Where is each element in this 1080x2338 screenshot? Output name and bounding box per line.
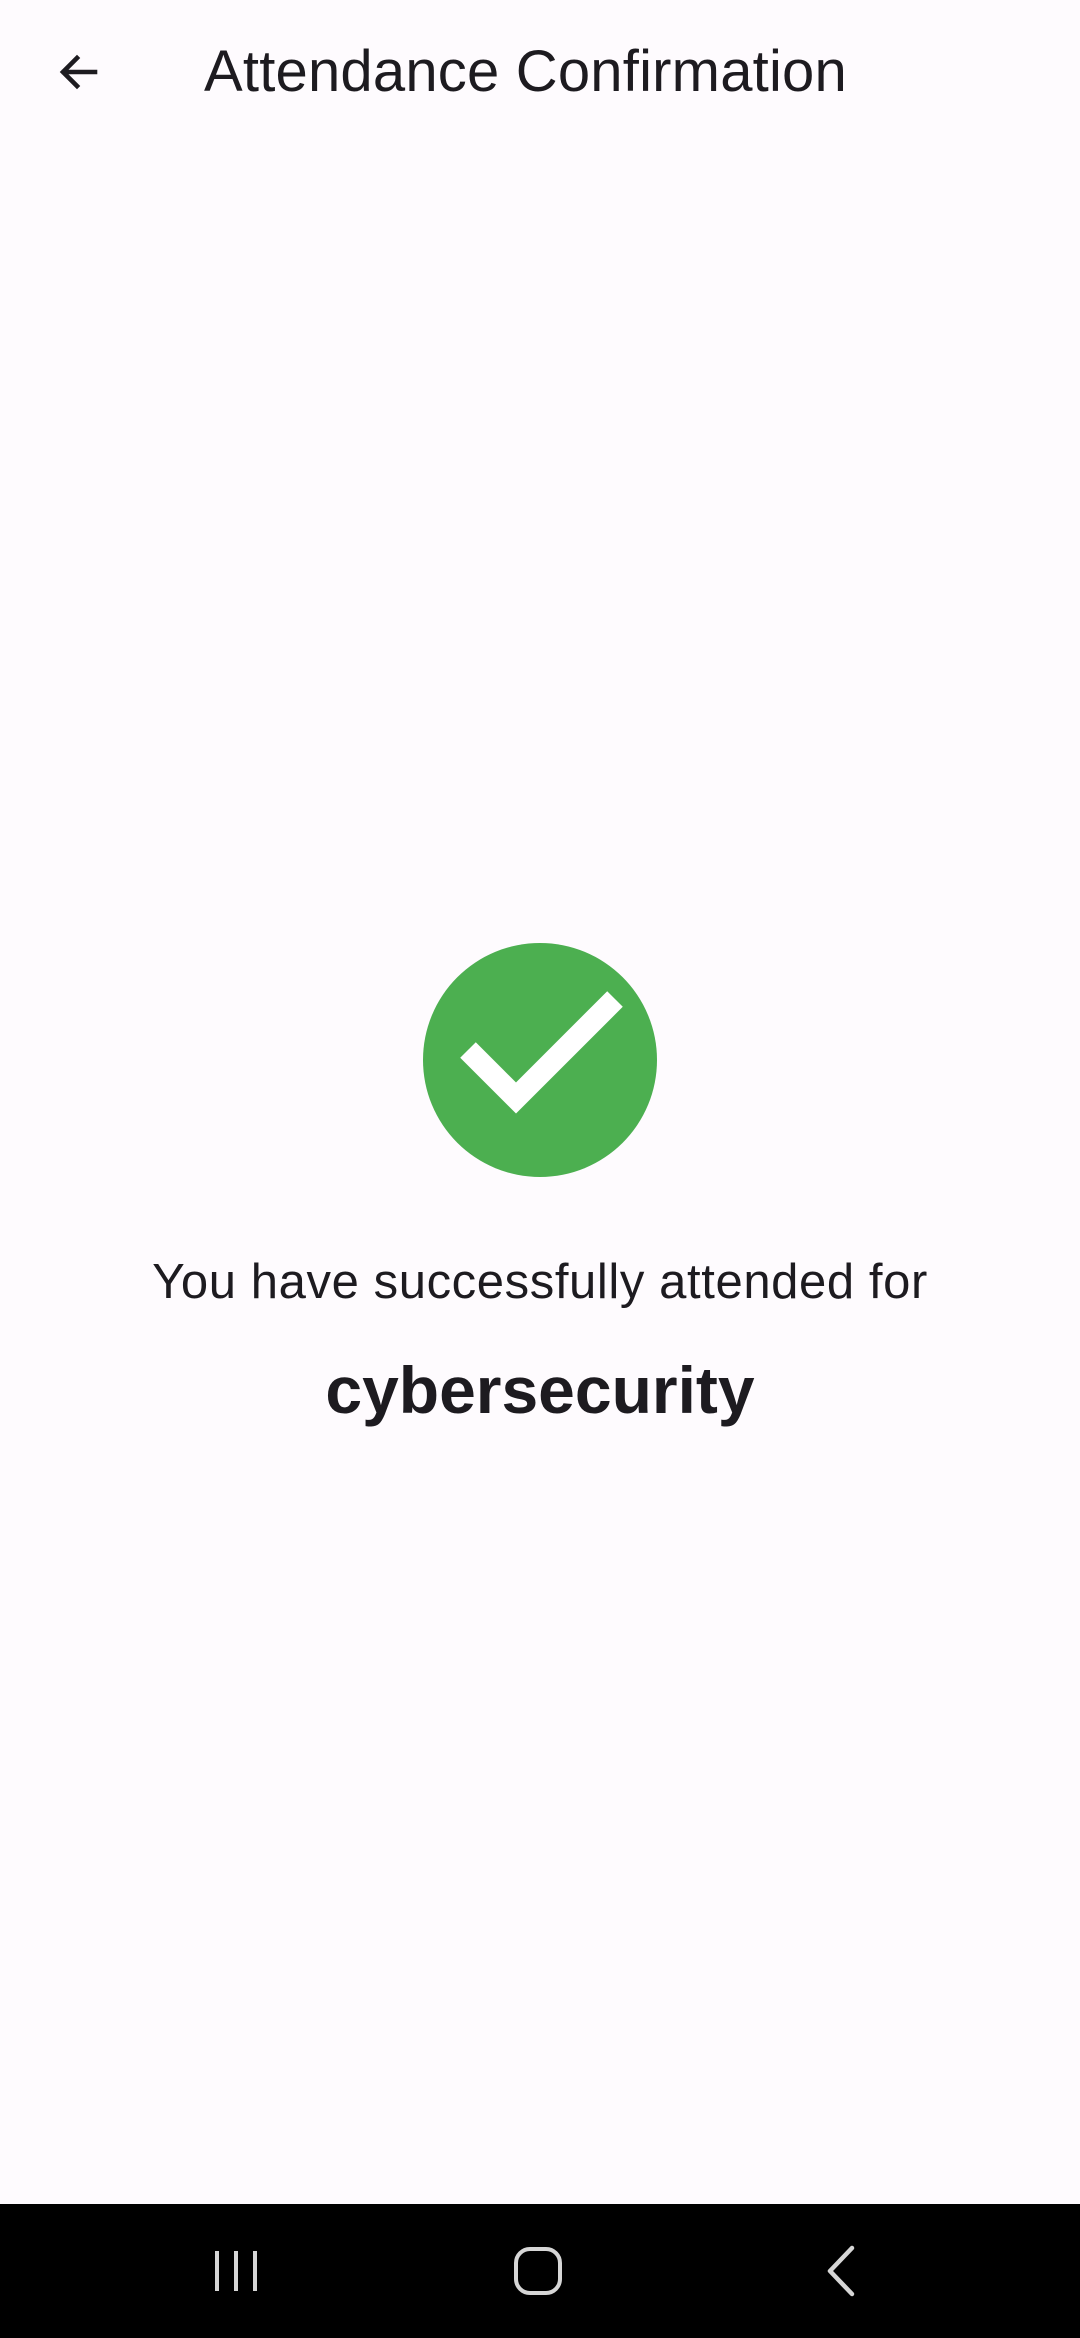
home-button[interactable]: [438, 2204, 638, 2338]
success-message: You have successfully attended for: [152, 1255, 928, 1309]
system-navigation-bar: [0, 2204, 1080, 2338]
back-button[interactable]: [36, 36, 122, 112]
app-bar: Attendance Confirmation: [0, 0, 1080, 144]
check-circle-icon: [423, 943, 657, 1177]
back-chevron-icon: [824, 2245, 856, 2297]
home-icon: [513, 2246, 563, 2296]
page-title: Attendance Confirmation: [204, 39, 847, 104]
recents-button[interactable]: [136, 2204, 336, 2338]
nav-back-button[interactable]: [740, 2204, 940, 2338]
recents-icon: [213, 2249, 259, 2293]
arrow-back-icon: [55, 48, 103, 101]
course-name: cybersecurity: [325, 1353, 755, 1427]
